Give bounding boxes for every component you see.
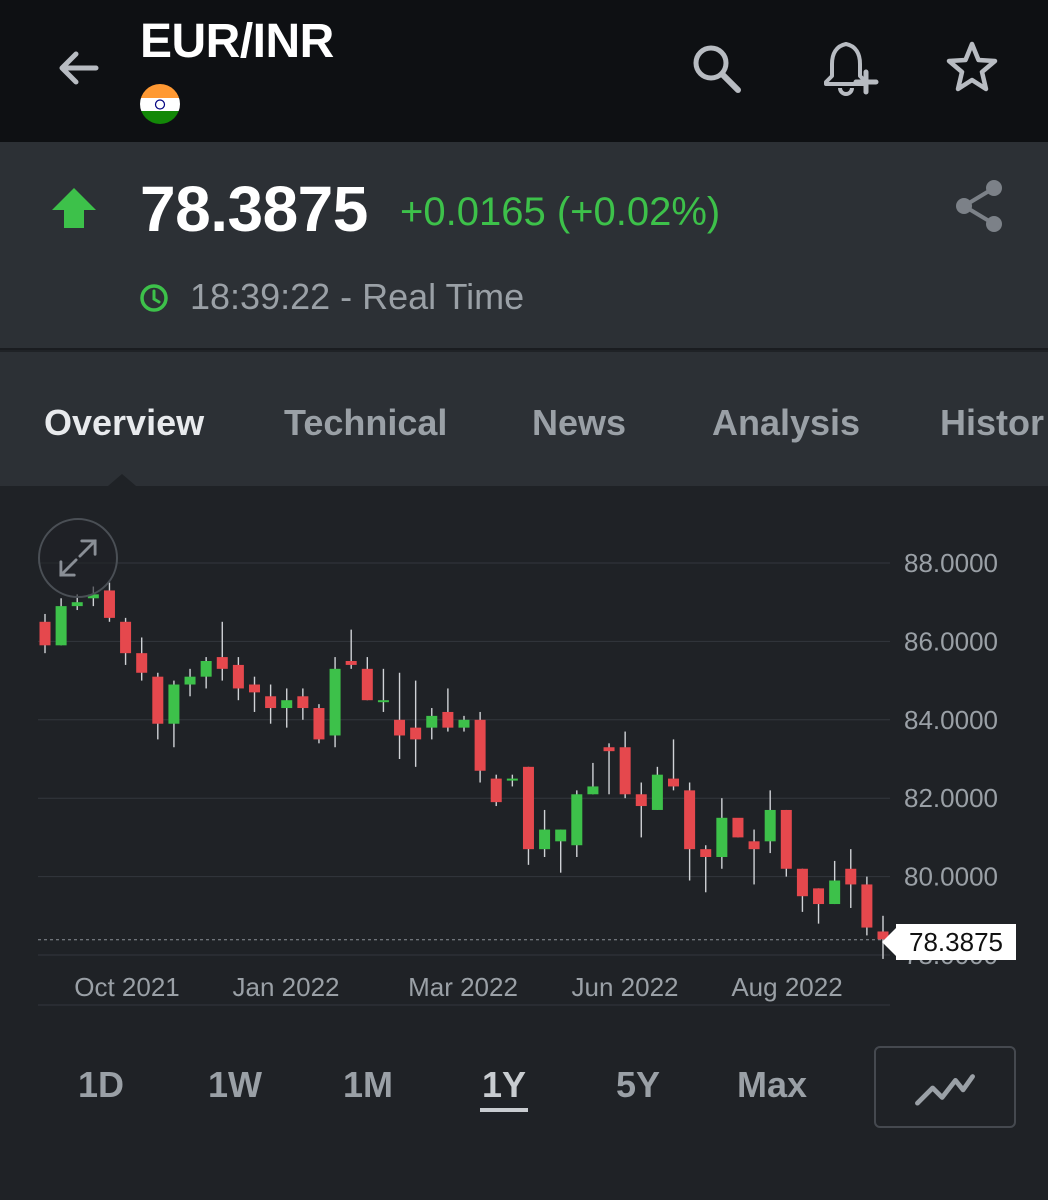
candle bbox=[232, 657, 244, 701]
range-1y[interactable]: 1Y bbox=[482, 1064, 526, 1106]
candle bbox=[394, 672, 406, 759]
x-tick-label: Mar 2022 bbox=[408, 972, 518, 1002]
candle bbox=[506, 774, 518, 787]
candle bbox=[39, 613, 51, 654]
candle bbox=[361, 657, 373, 701]
pair-title: EUR/INR bbox=[140, 15, 334, 68]
range-max[interactable]: Max bbox=[737, 1064, 807, 1106]
candle bbox=[619, 731, 631, 799]
candle bbox=[716, 798, 728, 869]
candle bbox=[474, 711, 486, 783]
tab-historical[interactable]: Histor bbox=[940, 402, 1044, 444]
candle bbox=[813, 888, 825, 924]
range-1w[interactable]: 1W bbox=[208, 1064, 262, 1106]
chart-type-button[interactable] bbox=[874, 1046, 1016, 1128]
candle bbox=[587, 762, 599, 795]
range-selected-underline bbox=[480, 1108, 528, 1112]
x-tick-label: Oct 2021 bbox=[74, 972, 180, 1002]
candle bbox=[522, 766, 534, 865]
tab-technical[interactable]: Technical bbox=[284, 402, 447, 444]
tab-analysis[interactable]: Analysis bbox=[712, 402, 860, 444]
x-tick-label: Aug 2022 bbox=[731, 972, 842, 1002]
candle bbox=[152, 672, 164, 740]
current-price-label: 78.3875 bbox=[882, 924, 1016, 960]
range-1d[interactable]: 1D bbox=[78, 1064, 124, 1106]
candle bbox=[410, 680, 422, 767]
candle bbox=[216, 621, 228, 681]
x-tick-label: Jun 2022 bbox=[572, 972, 679, 1002]
add-alert-icon[interactable] bbox=[818, 36, 882, 100]
candle bbox=[377, 668, 389, 712]
arrow-left-icon[interactable] bbox=[44, 38, 108, 102]
tab-overview[interactable]: Overview bbox=[44, 402, 204, 444]
range-1m[interactable]: 1M bbox=[343, 1064, 393, 1106]
candle bbox=[861, 876, 873, 936]
candle bbox=[700, 845, 712, 893]
candle bbox=[281, 688, 293, 728]
candle bbox=[668, 739, 679, 791]
india-flag-icon bbox=[140, 84, 180, 124]
y-tick-label: 84.0000 bbox=[904, 705, 998, 735]
candle bbox=[120, 617, 132, 665]
candle bbox=[780, 809, 792, 877]
y-tick-label: 88.0000 bbox=[904, 548, 998, 578]
x-tick-label: Jan 2022 bbox=[233, 972, 340, 1002]
search-icon[interactable] bbox=[684, 36, 748, 100]
candle bbox=[136, 637, 148, 681]
candle bbox=[603, 743, 615, 795]
arrow-up-icon bbox=[52, 188, 96, 228]
tab-news[interactable]: News bbox=[532, 402, 626, 444]
expand-icon bbox=[59, 539, 97, 577]
price-change: +0.0165 (+0.02%) bbox=[400, 190, 721, 234]
tab-bar: Overview Technical News Analysis Histor bbox=[0, 352, 1048, 486]
last-price: 78.3875 bbox=[140, 173, 368, 245]
candle bbox=[490, 774, 502, 807]
candle bbox=[764, 790, 776, 854]
candle bbox=[571, 790, 583, 857]
candle bbox=[329, 657, 341, 748]
candle bbox=[265, 684, 277, 724]
line-chart-icon bbox=[915, 1074, 975, 1106]
candle bbox=[796, 868, 808, 912]
candle bbox=[184, 668, 196, 697]
share-icon[interactable] bbox=[952, 178, 1008, 234]
candle bbox=[829, 860, 841, 905]
expand-chart-button[interactable] bbox=[38, 518, 118, 598]
candle bbox=[684, 782, 696, 881]
candle bbox=[845, 849, 857, 908]
candle bbox=[651, 766, 663, 810]
y-tick-label: 86.0000 bbox=[904, 626, 998, 656]
candle bbox=[539, 809, 551, 857]
candle bbox=[313, 704, 325, 744]
range-5y[interactable]: 5Y bbox=[616, 1064, 660, 1106]
candle bbox=[426, 708, 438, 740]
clock-icon bbox=[140, 284, 168, 312]
candle bbox=[555, 829, 567, 873]
candle bbox=[442, 688, 454, 732]
candle bbox=[297, 688, 309, 720]
y-tick-label: 82.0000 bbox=[904, 783, 998, 813]
candle bbox=[55, 598, 67, 646]
y-tick-label: 80.0000 bbox=[904, 862, 998, 892]
candle bbox=[458, 715, 470, 732]
candle bbox=[200, 657, 212, 689]
candle bbox=[732, 817, 744, 838]
candle bbox=[249, 676, 260, 712]
active-tab-indicator bbox=[108, 474, 136, 486]
star-icon[interactable] bbox=[940, 36, 1004, 100]
candle bbox=[168, 680, 180, 748]
quote-time: 18:39:22 - Real Time bbox=[190, 276, 525, 317]
candle bbox=[635, 782, 647, 838]
candle bbox=[345, 629, 357, 669]
